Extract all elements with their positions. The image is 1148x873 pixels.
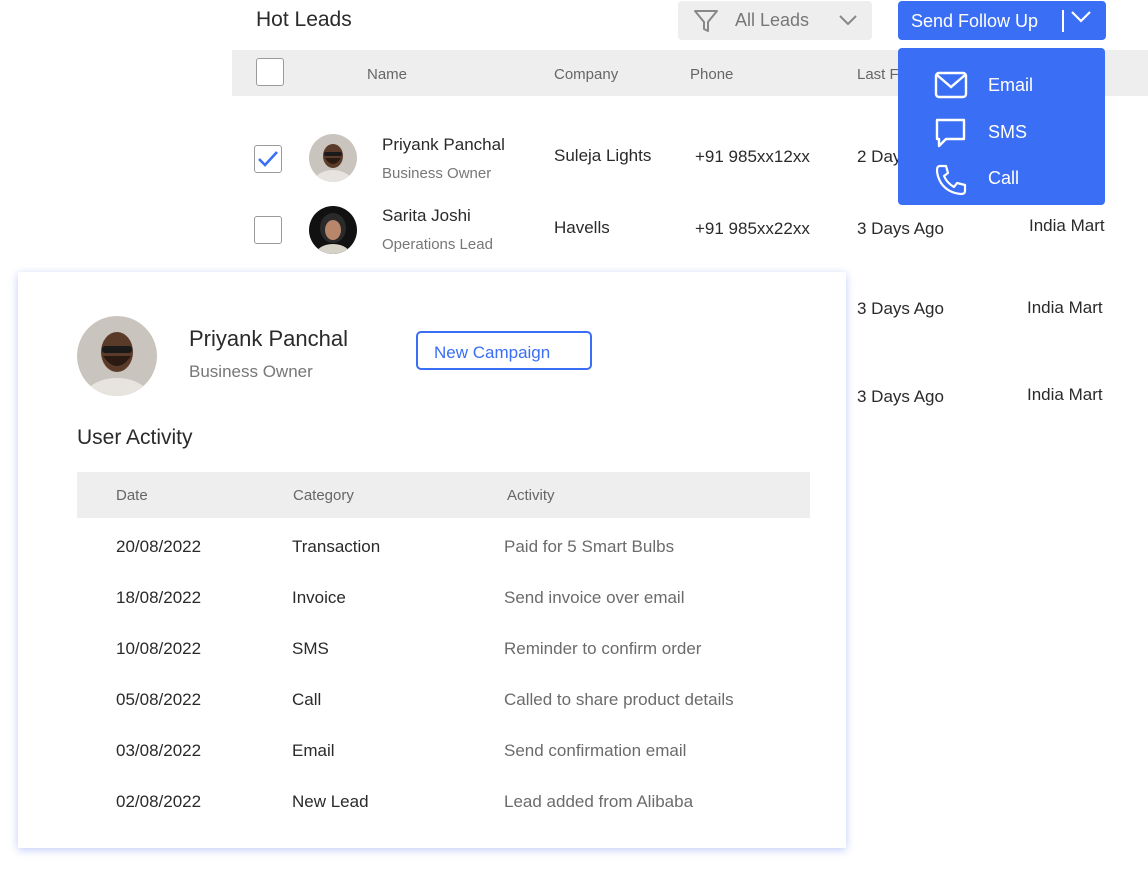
- activity-date: 18/08/2022: [116, 588, 202, 607]
- menu-item-label: Email: [988, 75, 1034, 95]
- menu-item-call[interactable]: Call: [898, 157, 1105, 199]
- mail-icon: [934, 70, 968, 105]
- avatar: [309, 134, 357, 182]
- lead-source: India Mart: [1027, 298, 1103, 317]
- activity-date: 03/08/2022: [116, 741, 202, 760]
- menu-item-email[interactable]: Email: [898, 64, 1105, 106]
- user-activity-title: User Activity: [77, 426, 193, 449]
- activity-category: New Lead: [292, 792, 369, 811]
- row-checkbox[interactable]: [254, 216, 282, 244]
- leads-filter-dropdown[interactable]: All Leads: [678, 1, 872, 40]
- lead-profile-card: Priyank Panchal Business Owner New Campa…: [18, 272, 846, 848]
- lead-last-follow-up: 2 Day: [857, 147, 902, 166]
- chevron-down-icon: [838, 13, 858, 32]
- select-all-checkbox[interactable]: [256, 58, 284, 86]
- activity-date: 10/08/2022: [116, 639, 202, 658]
- follow-up-menu: Email SMS Call: [898, 48, 1105, 205]
- column-header-date[interactable]: Date: [116, 487, 148, 504]
- phone-icon: [934, 163, 968, 202]
- page-title: Hot Leads: [256, 8, 352, 31]
- menu-item-sms[interactable]: SMS: [898, 111, 1105, 153]
- activity-category: Transaction: [292, 537, 381, 556]
- lead-phone: +91 985xx22xx: [695, 219, 810, 238]
- chat-icon: [934, 117, 968, 154]
- lead-name[interactable]: Sarita Joshi: [382, 206, 471, 226]
- lead-name[interactable]: Priyank Panchal: [382, 135, 505, 155]
- new-campaign-button[interactable]: New Campaign: [416, 331, 592, 370]
- column-header-category[interactable]: Category: [293, 487, 354, 504]
- activity-description: Send confirmation email: [504, 741, 687, 760]
- avatar: [77, 316, 157, 396]
- send-follow-up-button[interactable]: Send Follow Up: [898, 1, 1106, 40]
- activity-date: 02/08/2022: [116, 792, 202, 811]
- filter-label: All Leads: [735, 10, 810, 30]
- activity-description: Called to share product details: [504, 690, 734, 709]
- activity-description: Send invoice over email: [504, 588, 685, 607]
- activity-category: Call: [292, 690, 322, 709]
- activity-table-header: Date Category Activity: [77, 472, 810, 518]
- activity-description: Lead added from Alibaba: [504, 792, 694, 811]
- filter-icon: [692, 7, 720, 40]
- avatar: [309, 206, 357, 254]
- menu-item-label: SMS: [988, 122, 1028, 142]
- profile-name: Priyank Panchal: [189, 326, 348, 351]
- activity-date: 20/08/2022: [116, 537, 202, 556]
- activity-description: Reminder to confirm order: [504, 639, 702, 658]
- lead-source: India Mart: [1027, 385, 1103, 404]
- column-header-phone[interactable]: Phone: [690, 66, 733, 83]
- row-checkbox[interactable]: [254, 145, 282, 173]
- column-header-activity[interactable]: Activity: [507, 487, 555, 504]
- menu-item-label: Call: [988, 168, 1020, 188]
- lead-last-follow-up: 3 Days Ago: [857, 299, 944, 318]
- lead-last-follow-up: 3 Days Ago: [857, 219, 944, 238]
- lead-company: Suleja Lights: [554, 146, 652, 165]
- activity-category: SMS: [292, 639, 329, 658]
- lead-last-follow-up: 3 Days Ago: [857, 387, 944, 406]
- lead-phone: +91 985xx12xx: [695, 147, 810, 166]
- send-follow-up-label: Send Follow Up: [911, 11, 1039, 31]
- activity-description: Paid for 5 Smart Bulbs: [504, 537, 675, 556]
- button-divider: [1062, 10, 1064, 32]
- activity-date: 05/08/2022: [116, 690, 202, 709]
- lead-role: Business Owner: [382, 165, 492, 182]
- activity-category: Invoice: [292, 588, 346, 607]
- lead-source: India Mart: [1029, 216, 1105, 235]
- lead-role: Operations Lead: [382, 236, 493, 253]
- column-header-company[interactable]: Company: [554, 66, 618, 83]
- profile-role: Business Owner: [189, 362, 313, 381]
- new-campaign-label: New Campaign: [434, 343, 551, 362]
- lead-company: Havells: [554, 218, 610, 237]
- activity-category: Email: [292, 741, 335, 760]
- chevron-down-icon[interactable]: [1070, 9, 1092, 30]
- column-header-last-follow-up[interactable]: Last F: [857, 66, 899, 83]
- column-header-name[interactable]: Name: [367, 66, 407, 83]
